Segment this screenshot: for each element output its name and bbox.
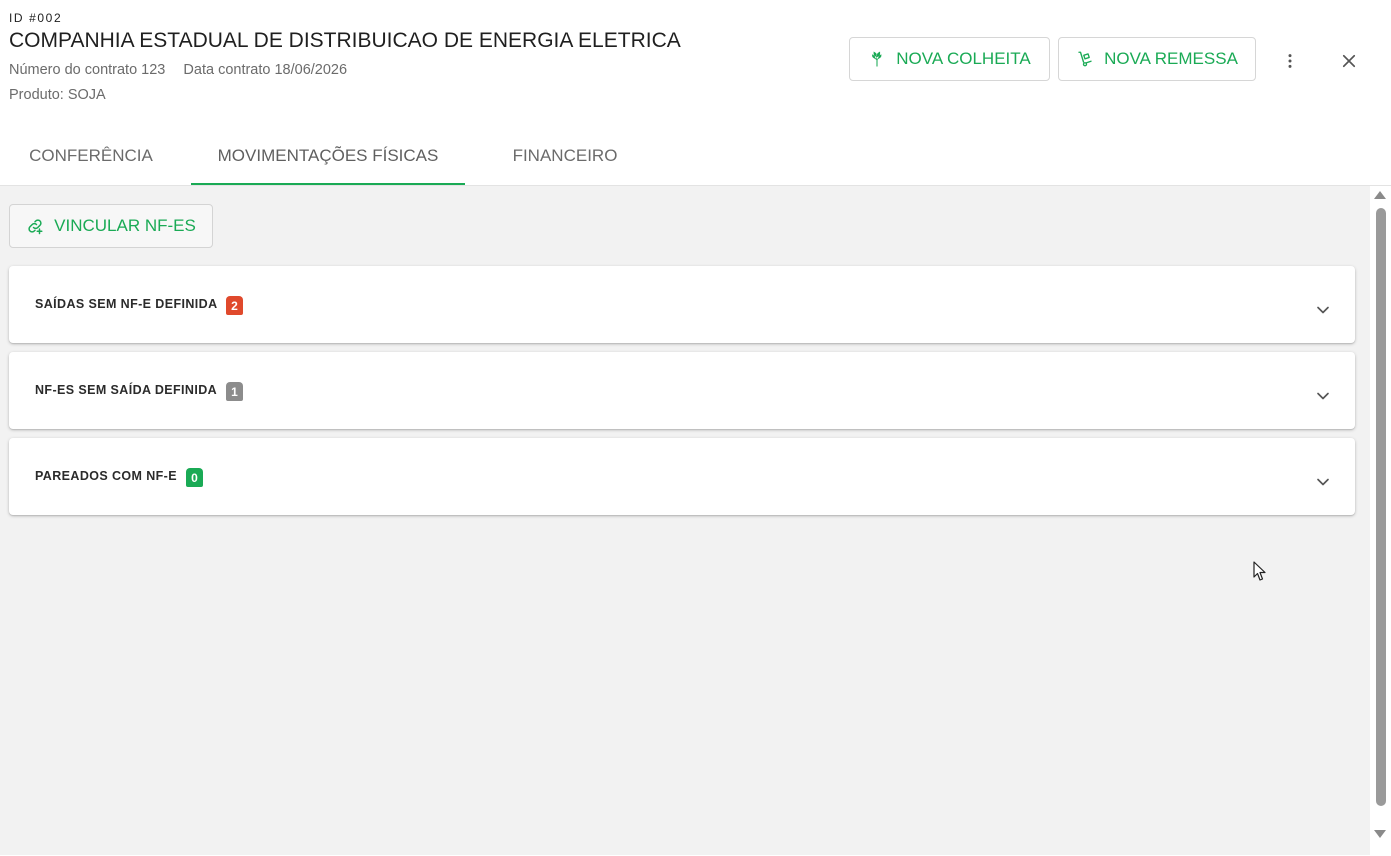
chevron-down-icon[interactable] — [1313, 300, 1333, 320]
more-options-button[interactable] — [1274, 45, 1306, 77]
dialog-header: ID #002 COMPANHIA ESTADUAL DE DISTRIBUIC… — [0, 0, 1391, 118]
tab-bar: CONFERÊNCIA MOVIMENTAÇÕES FÍSICAS FINANC… — [0, 126, 1391, 186]
nova-colheita-button[interactable]: NOVA COLHEITA — [849, 37, 1050, 81]
panel-title: NF-ES SEM SAÍDA DEFINIDA — [35, 383, 218, 397]
panel-saidas-sem-nfe[interactable]: SAÍDAS SEM NF-E DEFINIDA 2 — [9, 266, 1355, 343]
tab-conferencia[interactable]: CONFERÊNCIA — [0, 126, 182, 185]
count-badge: 2 — [226, 296, 243, 315]
vertical-scrollbar[interactable] — [1370, 186, 1391, 855]
tab-financeiro[interactable]: FINANCEIRO — [480, 126, 650, 185]
mouse-cursor-icon — [1253, 561, 1266, 581]
panel-pareados-com-nfe[interactable]: PAREADOS COM NF-E 0 — [9, 438, 1355, 515]
chevron-down-icon[interactable] — [1313, 472, 1333, 492]
nova-remessa-button[interactable]: NOVA REMESSA — [1058, 37, 1256, 81]
nova-colheita-label: NOVA COLHEITA — [896, 49, 1031, 68]
hand-truck-icon — [1078, 51, 1092, 67]
contract-date: Data contrato 18/06/2026 — [183, 62, 348, 78]
contract-meta: Número do contrato 123 Data contrato 18/… — [9, 62, 347, 78]
link-add-icon — [28, 219, 43, 235]
tab-movimentacoes-fisicas[interactable]: MOVIMENTAÇÕES FÍSICAS — [191, 126, 465, 185]
chevron-down-icon[interactable] — [1313, 386, 1333, 406]
scroll-up-arrow-icon[interactable] — [1374, 191, 1386, 199]
product-label: Produto: SOJA — [9, 87, 106, 103]
panel-nfes-sem-saida[interactable]: NF-ES SEM SAÍDA DEFINIDA 1 — [9, 352, 1355, 429]
record-id: ID #002 — [9, 11, 63, 25]
wheat-icon — [872, 51, 882, 67]
panel-title: SAÍDAS SEM NF-E DEFINIDA — [35, 297, 218, 311]
vincular-nfes-button[interactable]: VINCULAR NF-ES — [9, 204, 213, 248]
vincular-nfes-label: VINCULAR NF-ES — [54, 216, 196, 235]
count-badge: 0 — [186, 468, 203, 487]
scrollbar-thumb[interactable] — [1376, 208, 1386, 806]
contract-detail-dialog: ID #002 COMPANHIA ESTADUAL DE DISTRIBUIC… — [0, 0, 1391, 856]
scroll-down-arrow-icon[interactable] — [1374, 830, 1386, 838]
contract-number: Número do contrato 123 — [9, 62, 166, 78]
count-badge: 1 — [226, 382, 243, 401]
tab-content: VINCULAR NF-ES SAÍDAS SEM NF-E DEFINIDA … — [0, 186, 1370, 855]
panel-title: PAREADOS COM NF-E — [35, 469, 177, 483]
active-tab-indicator — [191, 183, 465, 185]
nova-remessa-label: NOVA REMESSA — [1104, 49, 1238, 68]
close-icon — [1342, 54, 1356, 68]
close-button[interactable] — [1333, 45, 1365, 77]
company-name: COMPANHIA ESTADUAL DE DISTRIBUICAO DE EN… — [9, 29, 681, 52]
more-vertical-icon — [1288, 54, 1292, 68]
